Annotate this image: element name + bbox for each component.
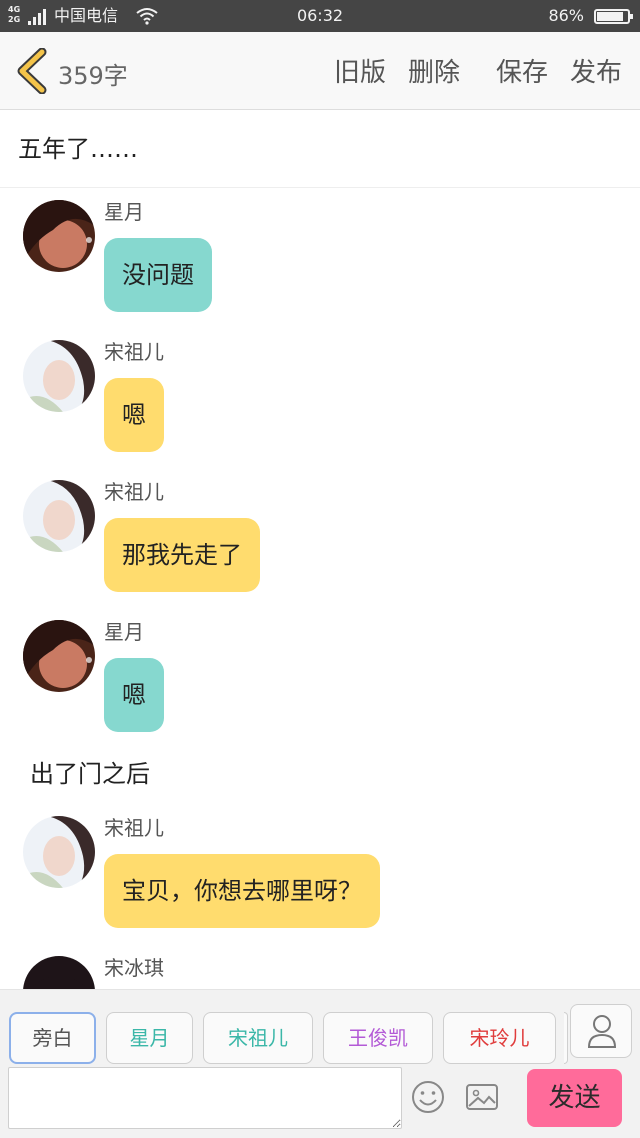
sender-name: 星月 <box>104 200 144 224</box>
manage-characters-button[interactable] <box>570 1004 632 1058</box>
avatar-xingyue[interactable] <box>23 200 95 272</box>
battery-percent: 86% <box>548 6 584 25</box>
image-icon[interactable] <box>464 1079 500 1115</box>
character-selector: 旁白 星月 宋祖儿 王俊凯 宋玲儿 <box>0 989 640 1065</box>
message-input[interactable] <box>8 1067 402 1129</box>
message-bubble[interactable]: 嗯 <box>104 658 164 732</box>
person-icon <box>587 1015 617 1048</box>
character-chip-narrator[interactable]: 旁白 <box>9 1012 96 1064</box>
emoji-icon[interactable] <box>410 1079 446 1115</box>
save-button[interactable]: 保存 <box>496 52 548 89</box>
send-button[interactable]: 发送 <box>527 1069 622 1127</box>
old-version-button[interactable]: 旧版 <box>334 52 386 89</box>
character-chip-songlinger[interactable]: 宋玲儿 <box>443 1012 556 1064</box>
char-count: 359字 <box>58 62 128 90</box>
message-bubble[interactable]: 没问题 <box>104 238 212 312</box>
avatar-songbingqi[interactable] <box>23 956 95 989</box>
message-bubble[interactable]: 宝贝，你想去哪里呀？ <box>104 854 380 928</box>
sender-name: 星月 <box>104 620 144 644</box>
message-bubble[interactable]: 那我先走了 <box>104 518 260 592</box>
delete-button[interactable]: 删除 <box>408 52 460 89</box>
sender-name: 宋祖儿 <box>104 480 164 504</box>
avatar-songzuer[interactable] <box>23 480 95 552</box>
sender-name: 宋祖儿 <box>104 340 164 364</box>
character-chip-songzuer[interactable]: 宋祖儿 <box>203 1012 313 1064</box>
publish-button[interactable]: 发布 <box>570 52 622 89</box>
status-bar: 4G 2G 中国电信 06:32 86% <box>0 0 640 32</box>
battery-icon <box>594 9 633 24</box>
character-chip-xingyue[interactable]: 星月 <box>106 1012 193 1064</box>
editor-toolbar: 359字 旧版 删除 保存 发布 <box>0 32 640 110</box>
chat-title[interactable]: 五年了…… <box>0 110 640 188</box>
input-bar: 发送 <box>0 1065 640 1138</box>
message-bubble[interactable]: 嗯 <box>104 378 164 452</box>
clock: 06:32 <box>296 6 344 25</box>
character-chip-wangjunkai[interactable]: 王俊凯 <box>323 1012 433 1064</box>
chat-area[interactable]: 星月 没问题 宋祖儿 嗯 宋祖儿 那我先走了 星月 嗯 出了门之后 宋祖儿 宝贝… <box>0 188 640 989</box>
avatar-songzuer[interactable] <box>23 816 95 888</box>
character-chip-overflow[interactable] <box>564 1012 568 1064</box>
narration-text[interactable]: 出了门之后 <box>30 754 150 789</box>
back-arrow-icon[interactable] <box>14 48 50 94</box>
avatar-songzuer[interactable] <box>23 340 95 412</box>
sender-name: 宋祖儿 <box>104 816 164 840</box>
sender-name: 宋冰琪 <box>104 956 164 980</box>
avatar-xingyue[interactable] <box>23 620 95 692</box>
